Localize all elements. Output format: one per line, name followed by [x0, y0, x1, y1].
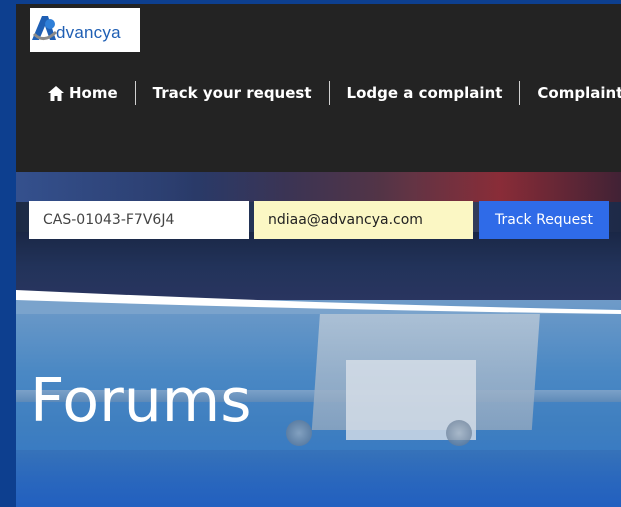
- brand-logo[interactable]: dvancya: [30, 8, 140, 52]
- nav-track-request[interactable]: Track your request: [153, 84, 312, 102]
- nav-divider: [134, 81, 136, 105]
- nav-lodge-complaint-label: Lodge a complaint: [346, 84, 503, 102]
- hero-divider: [16, 290, 621, 314]
- hero-image-screw: [286, 420, 312, 446]
- email-input[interactable]: [254, 201, 473, 239]
- home-icon: [48, 85, 64, 101]
- nav-track-request-label: Track your request: [152, 84, 312, 102]
- main-nav: Home Track your request Lodge a complain…: [16, 78, 621, 108]
- advancya-logo-icon: [32, 16, 58, 40]
- nav-complaint[interactable]: Complaint: [537, 84, 621, 102]
- track-request-button[interactable]: Track Request: [479, 201, 609, 239]
- nav-divider: [328, 81, 330, 105]
- hero-image-screw: [446, 420, 472, 446]
- nav-lodge-complaint[interactable]: Lodge a complaint: [347, 84, 503, 102]
- nav-divider: [519, 81, 521, 105]
- nav-home-label: Home: [69, 84, 118, 102]
- nav-home[interactable]: Home: [48, 84, 118, 102]
- page-title: Forums: [30, 366, 252, 436]
- nav-complaint-label: Complaint: [537, 84, 621, 102]
- logo-text: dvancya: [56, 23, 121, 42]
- page-frame: dvancya Home Track your request Lodge a …: [16, 4, 621, 507]
- case-number-input[interactable]: [29, 201, 249, 239]
- hero-image-shade: [16, 450, 621, 507]
